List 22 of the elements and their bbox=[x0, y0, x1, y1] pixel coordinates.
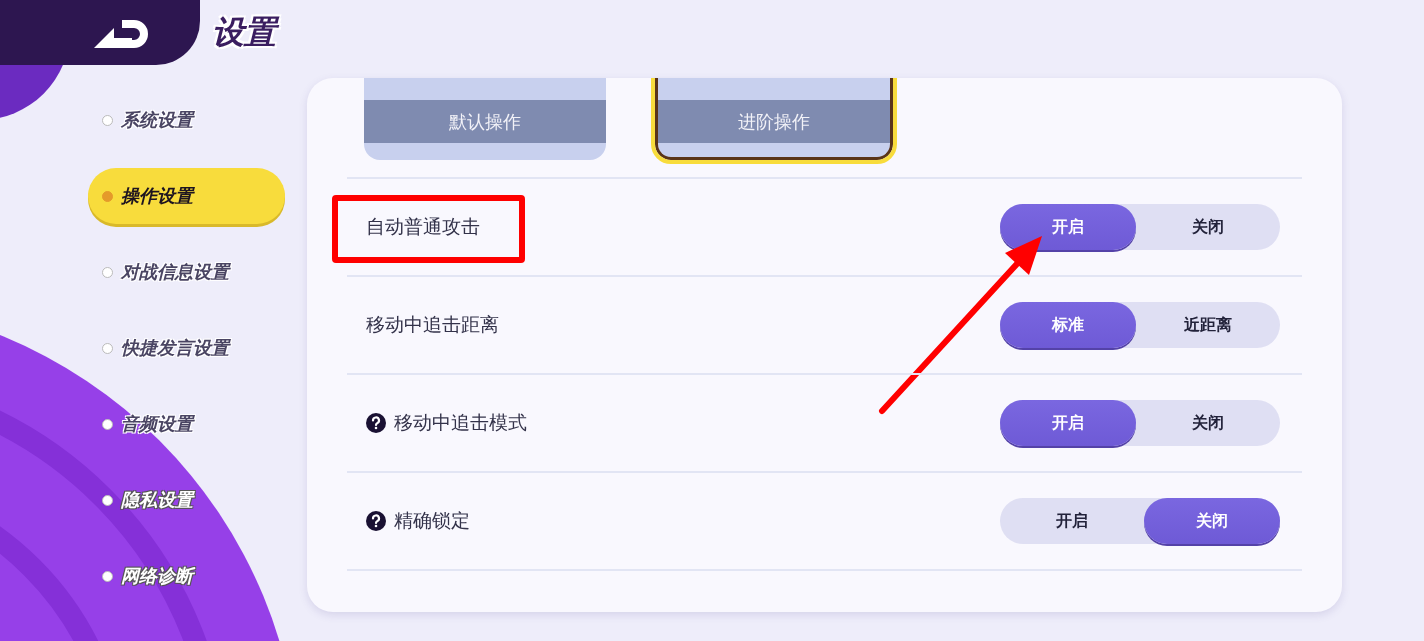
setting-label: 移动中追击模式 bbox=[394, 410, 527, 435]
help-icon[interactable] bbox=[366, 413, 386, 433]
toggle-option[interactable]: 关闭 bbox=[1144, 498, 1280, 544]
toggle-option[interactable]: 开启 bbox=[1000, 498, 1144, 544]
toggle-option[interactable]: 近距离 bbox=[1136, 302, 1280, 348]
sidebar-item[interactable]: 操作设置 bbox=[88, 168, 285, 224]
toggle-option[interactable]: 关闭 bbox=[1136, 204, 1280, 250]
sidebar-item[interactable]: 网络诊断 bbox=[88, 548, 285, 604]
toggle-option[interactable]: 开启 bbox=[1000, 204, 1136, 250]
sidebar-item[interactable]: 对战信息设置 bbox=[88, 244, 285, 300]
help-icon[interactable] bbox=[366, 511, 386, 531]
setting-label: 精确锁定 bbox=[394, 508, 470, 533]
setting-label: 自动普通攻击 bbox=[366, 214, 480, 239]
toggle-option[interactable]: 开启 bbox=[1000, 400, 1136, 446]
toggle-option[interactable]: 标准 bbox=[1000, 302, 1136, 348]
toggle-option[interactable]: 关闭 bbox=[1136, 400, 1280, 446]
setting-label: 移动中追击距离 bbox=[366, 312, 499, 337]
sidebar-item[interactable]: 音频设置 bbox=[88, 396, 285, 452]
sidebar-item[interactable]: 隐私设置 bbox=[88, 472, 285, 528]
sidebar-item[interactable]: 系统设置 bbox=[88, 92, 285, 148]
sidebar-item[interactable]: 快捷发言设置 bbox=[88, 320, 285, 376]
back-button[interactable] bbox=[0, 0, 200, 65]
